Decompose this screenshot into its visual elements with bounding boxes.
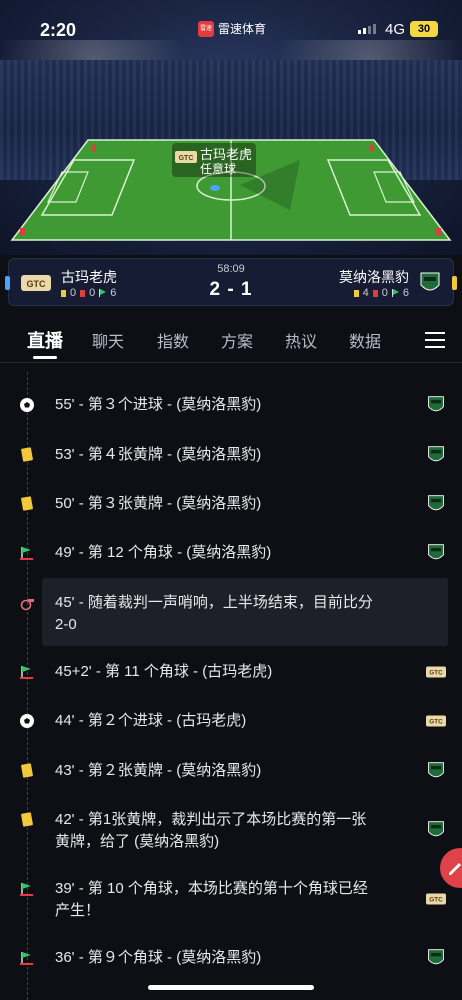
pitch-team-tooltip: GTC 古玛老虎 任意球 (172, 143, 256, 177)
svg-text:GTC: GTC (429, 897, 443, 904)
tab-bar: 直播 聊天 指数 方案 热议 数据 (0, 318, 462, 362)
menu-icon[interactable] (425, 332, 445, 348)
event-text: 44' - 第２个进球 - (古玛老虎) (55, 712, 247, 729)
corner-flag-icon (391, 289, 399, 297)
compose-button[interactable] (440, 848, 462, 888)
yellow-card-icon (20, 763, 34, 778)
home-indicator (148, 985, 314, 990)
network-type: 4G (385, 21, 406, 38)
clock: 2:20 (40, 20, 77, 40)
away-team-logo-icon (428, 544, 444, 560)
svg-text:GTC: GTC (179, 155, 194, 162)
corner-flag-icon (20, 883, 33, 896)
yellow-card-icon (353, 289, 359, 297)
whistle-icon (20, 599, 34, 611)
tab-discussion[interactable]: 热议 (285, 328, 317, 352)
event-text: 36' - 第９个角球 - (莫纳洛黑豹) (55, 949, 262, 966)
edit-icon (449, 863, 461, 875)
tab-chat[interactable]: 聊天 (92, 328, 124, 352)
away-team-logo-icon (420, 272, 440, 291)
corner-flag-icon (20, 547, 33, 560)
red-card-icon (372, 289, 378, 297)
away-team-logo-icon (428, 762, 444, 778)
yellow-card-icon (20, 447, 34, 462)
home-team-logo-icon: GTC (426, 715, 446, 727)
scoreboard[interactable]: GTC 古玛老虎 0 0 6 58:09 2 - 1 莫纳洛黑豹 4 0 6 (5, 258, 457, 306)
app-brand: 雷速 雷速体育 (198, 20, 266, 37)
home-team-logo-icon: GTC (175, 151, 197, 163)
corner-flag-icon (20, 952, 33, 965)
pitch-event-label: 任意球 (200, 162, 237, 176)
event-text: 50' - 第３张黄牌 - (莫纳洛黑豹) (55, 495, 262, 512)
soccer-ball-icon (20, 398, 34, 412)
away-team-stats: 4 0 6 (353, 287, 409, 299)
event-text: 53' - 第４张黄牌 - (莫纳洛黑豹) (55, 446, 262, 463)
event-text: 42' - 第1张黄牌，裁判出示了本场比赛的第一张 (55, 811, 367, 828)
timeline-line (27, 372, 28, 1000)
home-team-logo-icon: GTC (426, 666, 446, 678)
app-name: 雷速体育 (218, 22, 267, 36)
event-text: 45' - 随着裁判一声哨响，上半场结束，目前比分 (55, 594, 373, 611)
tab-plans[interactable]: 方案 (221, 328, 253, 352)
away-team-logo-icon (428, 495, 444, 511)
tab-data[interactable]: 数据 (349, 328, 381, 352)
event-text: 39' - 第 10 个角球，本场比赛的第十个角球已经 (55, 880, 368, 897)
event-text: 45+2' - 第 11 个角球 - (古玛老虎) (55, 663, 273, 680)
signal-icon (358, 24, 376, 34)
svg-text:GTC: GTC (429, 670, 443, 677)
app-logo-icon: 雷速 (198, 20, 214, 37)
away-color-marker (452, 276, 457, 290)
corner-flag-icon (20, 666, 33, 679)
yellow-card-icon (20, 496, 34, 511)
home-team-logo-icon: GTC (426, 893, 446, 905)
divider (0, 362, 462, 363)
yellow-card-icon (20, 812, 34, 827)
event-text: 55' - 第３个进球 - (莫纳洛黑豹) (55, 396, 262, 413)
away-team-logo-icon (428, 396, 444, 412)
svg-text:GTC: GTC (429, 719, 443, 726)
status-bar: 2:20 雷速 雷速体育 4G 30 (0, 0, 462, 58)
away-team-logo-icon (428, 446, 444, 462)
soccer-ball-icon (20, 714, 34, 728)
event-text: 43' - 第２张黄牌 - (莫纳洛黑豹) (55, 762, 262, 779)
active-tab-indicator (33, 356, 57, 359)
event-text-continued: 2-0 (55, 616, 77, 633)
event-text-continued: 黄牌，给了 (莫纳洛黑豹) (55, 833, 220, 850)
tab-odds[interactable]: 指数 (157, 328, 189, 352)
event-text: 49' - 第 12 个角球 - (莫纳洛黑豹) (55, 544, 272, 561)
away-team-logo-icon (428, 821, 444, 837)
away-team-logo-icon (428, 949, 444, 965)
away-team-name: 莫纳洛黑豹 (339, 269, 409, 285)
tab-live[interactable]: 直播 (27, 327, 63, 353)
battery-icon: 30 (410, 21, 438, 37)
event-text-continued: 产生！ (55, 902, 101, 919)
